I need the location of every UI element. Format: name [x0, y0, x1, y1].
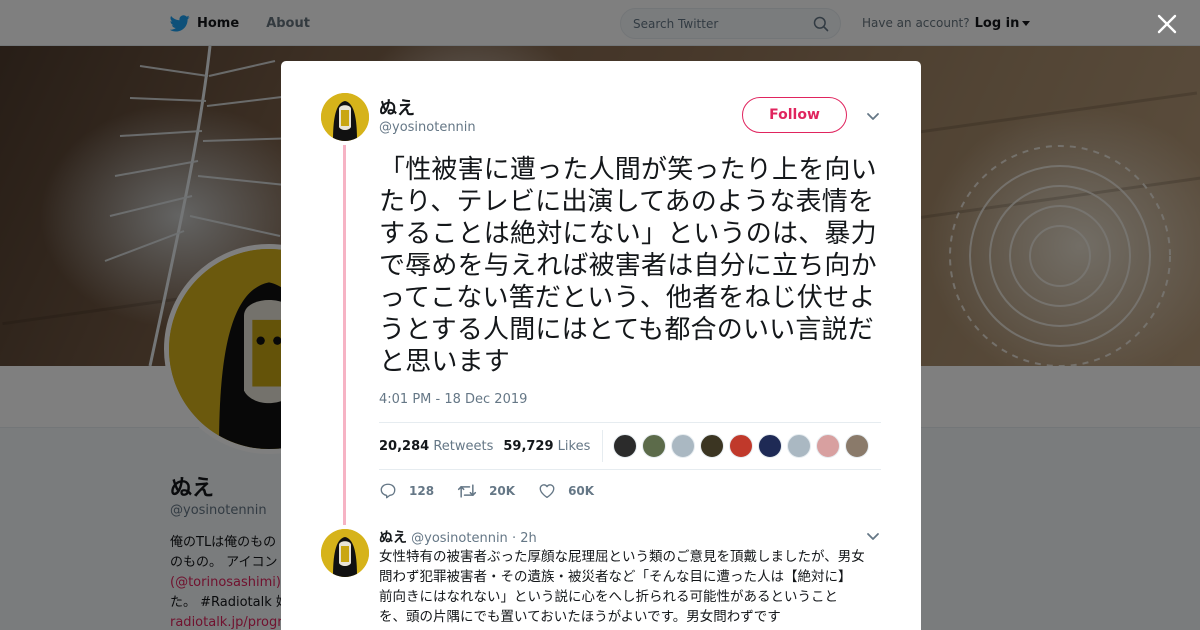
- retweets-count: 20,284: [379, 438, 430, 454]
- close-icon[interactable]: [1155, 12, 1179, 36]
- reply-icon[interactable]: [379, 482, 397, 500]
- thread-connector-line: [343, 145, 346, 525]
- reply-author-handle[interactable]: @yosinotennin: [411, 531, 508, 546]
- reply-text-line: 女性特有の被害者ぶった厚顔な屁理屈という類のご意見を頂戴しましたが、男女: [379, 549, 865, 565]
- liker-avatars: [613, 434, 874, 458]
- chevron-down-icon[interactable]: [865, 528, 881, 544]
- tweet-actions: 128 20K 60K: [379, 481, 617, 501]
- likes-count: 59,729: [503, 438, 554, 454]
- liker-avatar[interactable]: [816, 434, 841, 458]
- liker-avatar[interactable]: [700, 434, 725, 458]
- liker-avatar[interactable]: [671, 434, 696, 458]
- reply-text: 女性特有の被害者ぶった厚顔な屁理屈という類のご意見を頂戴しましたが、男女 問わず…: [379, 547, 879, 627]
- heart-icon[interactable]: [538, 482, 556, 500]
- tweet-stats: 20,284 Retweets 59,729 Likes: [379, 422, 881, 470]
- avatar-illustration: [321, 529, 369, 577]
- like-action[interactable]: 60K: [538, 482, 594, 500]
- liker-avatar[interactable]: [729, 434, 754, 458]
- retweet-icon[interactable]: [457, 482, 477, 500]
- liker-avatar[interactable]: [787, 434, 812, 458]
- tweet-timestamp[interactable]: 4:01 PM - 18 Dec 2019: [379, 392, 527, 407]
- liker-avatar[interactable]: [845, 434, 870, 458]
- likes-label: Likes: [557, 438, 591, 454]
- reply-author-avatar[interactable]: [321, 529, 369, 577]
- tweet-text: 「性被害に遭った人間が笑ったり上を向いたり、テレビに出演してあのような表情をする…: [379, 155, 877, 377]
- like-count: 60K: [568, 484, 595, 498]
- follow-button[interactable]: Follow: [742, 97, 847, 133]
- reply-text-line: 前向きにはなれない」という説に心をへし折られる可能性があるということ: [379, 589, 838, 605]
- retweet-action[interactable]: 20K: [457, 482, 515, 500]
- tweet-author-name[interactable]: ぬえ: [379, 94, 415, 120]
- liker-avatar[interactable]: [642, 434, 667, 458]
- liker-avatar[interactable]: [758, 434, 783, 458]
- reply-text-line: 問わず犯罪被害者・その遺族・被災者など「そんな目に遭った人は【絶対に】: [379, 569, 852, 585]
- stats-divider: [602, 430, 604, 462]
- reply-header: ぬえ @yosinotennin · 2h: [379, 527, 537, 547]
- likes-stat[interactable]: 59,729 Likes: [503, 439, 590, 454]
- retweets-label: Retweets: [433, 438, 494, 454]
- reply-count: 128: [409, 484, 435, 498]
- chevron-down-icon[interactable]: [865, 108, 881, 124]
- tweet-author-handle[interactable]: @yosinotennin: [379, 120, 476, 135]
- tweet-modal: ぬえ @yosinotennin Follow 「性被害に遭った人間が笑ったり上…: [281, 61, 921, 630]
- reply-time[interactable]: · 2h: [512, 531, 537, 546]
- liker-avatar[interactable]: [613, 434, 638, 458]
- reply-author-name[interactable]: ぬえ: [379, 530, 407, 546]
- reply-text-line: を、頭の片隅にでも置いておいたほうがよいです。男女問わずです: [379, 609, 781, 625]
- reply-action[interactable]: 128: [379, 482, 434, 500]
- avatar-illustration: [321, 93, 369, 141]
- retweet-count: 20K: [489, 484, 516, 498]
- retweets-stat[interactable]: 20,284 Retweets: [379, 439, 493, 454]
- tweet-author-avatar[interactable]: [321, 93, 369, 141]
